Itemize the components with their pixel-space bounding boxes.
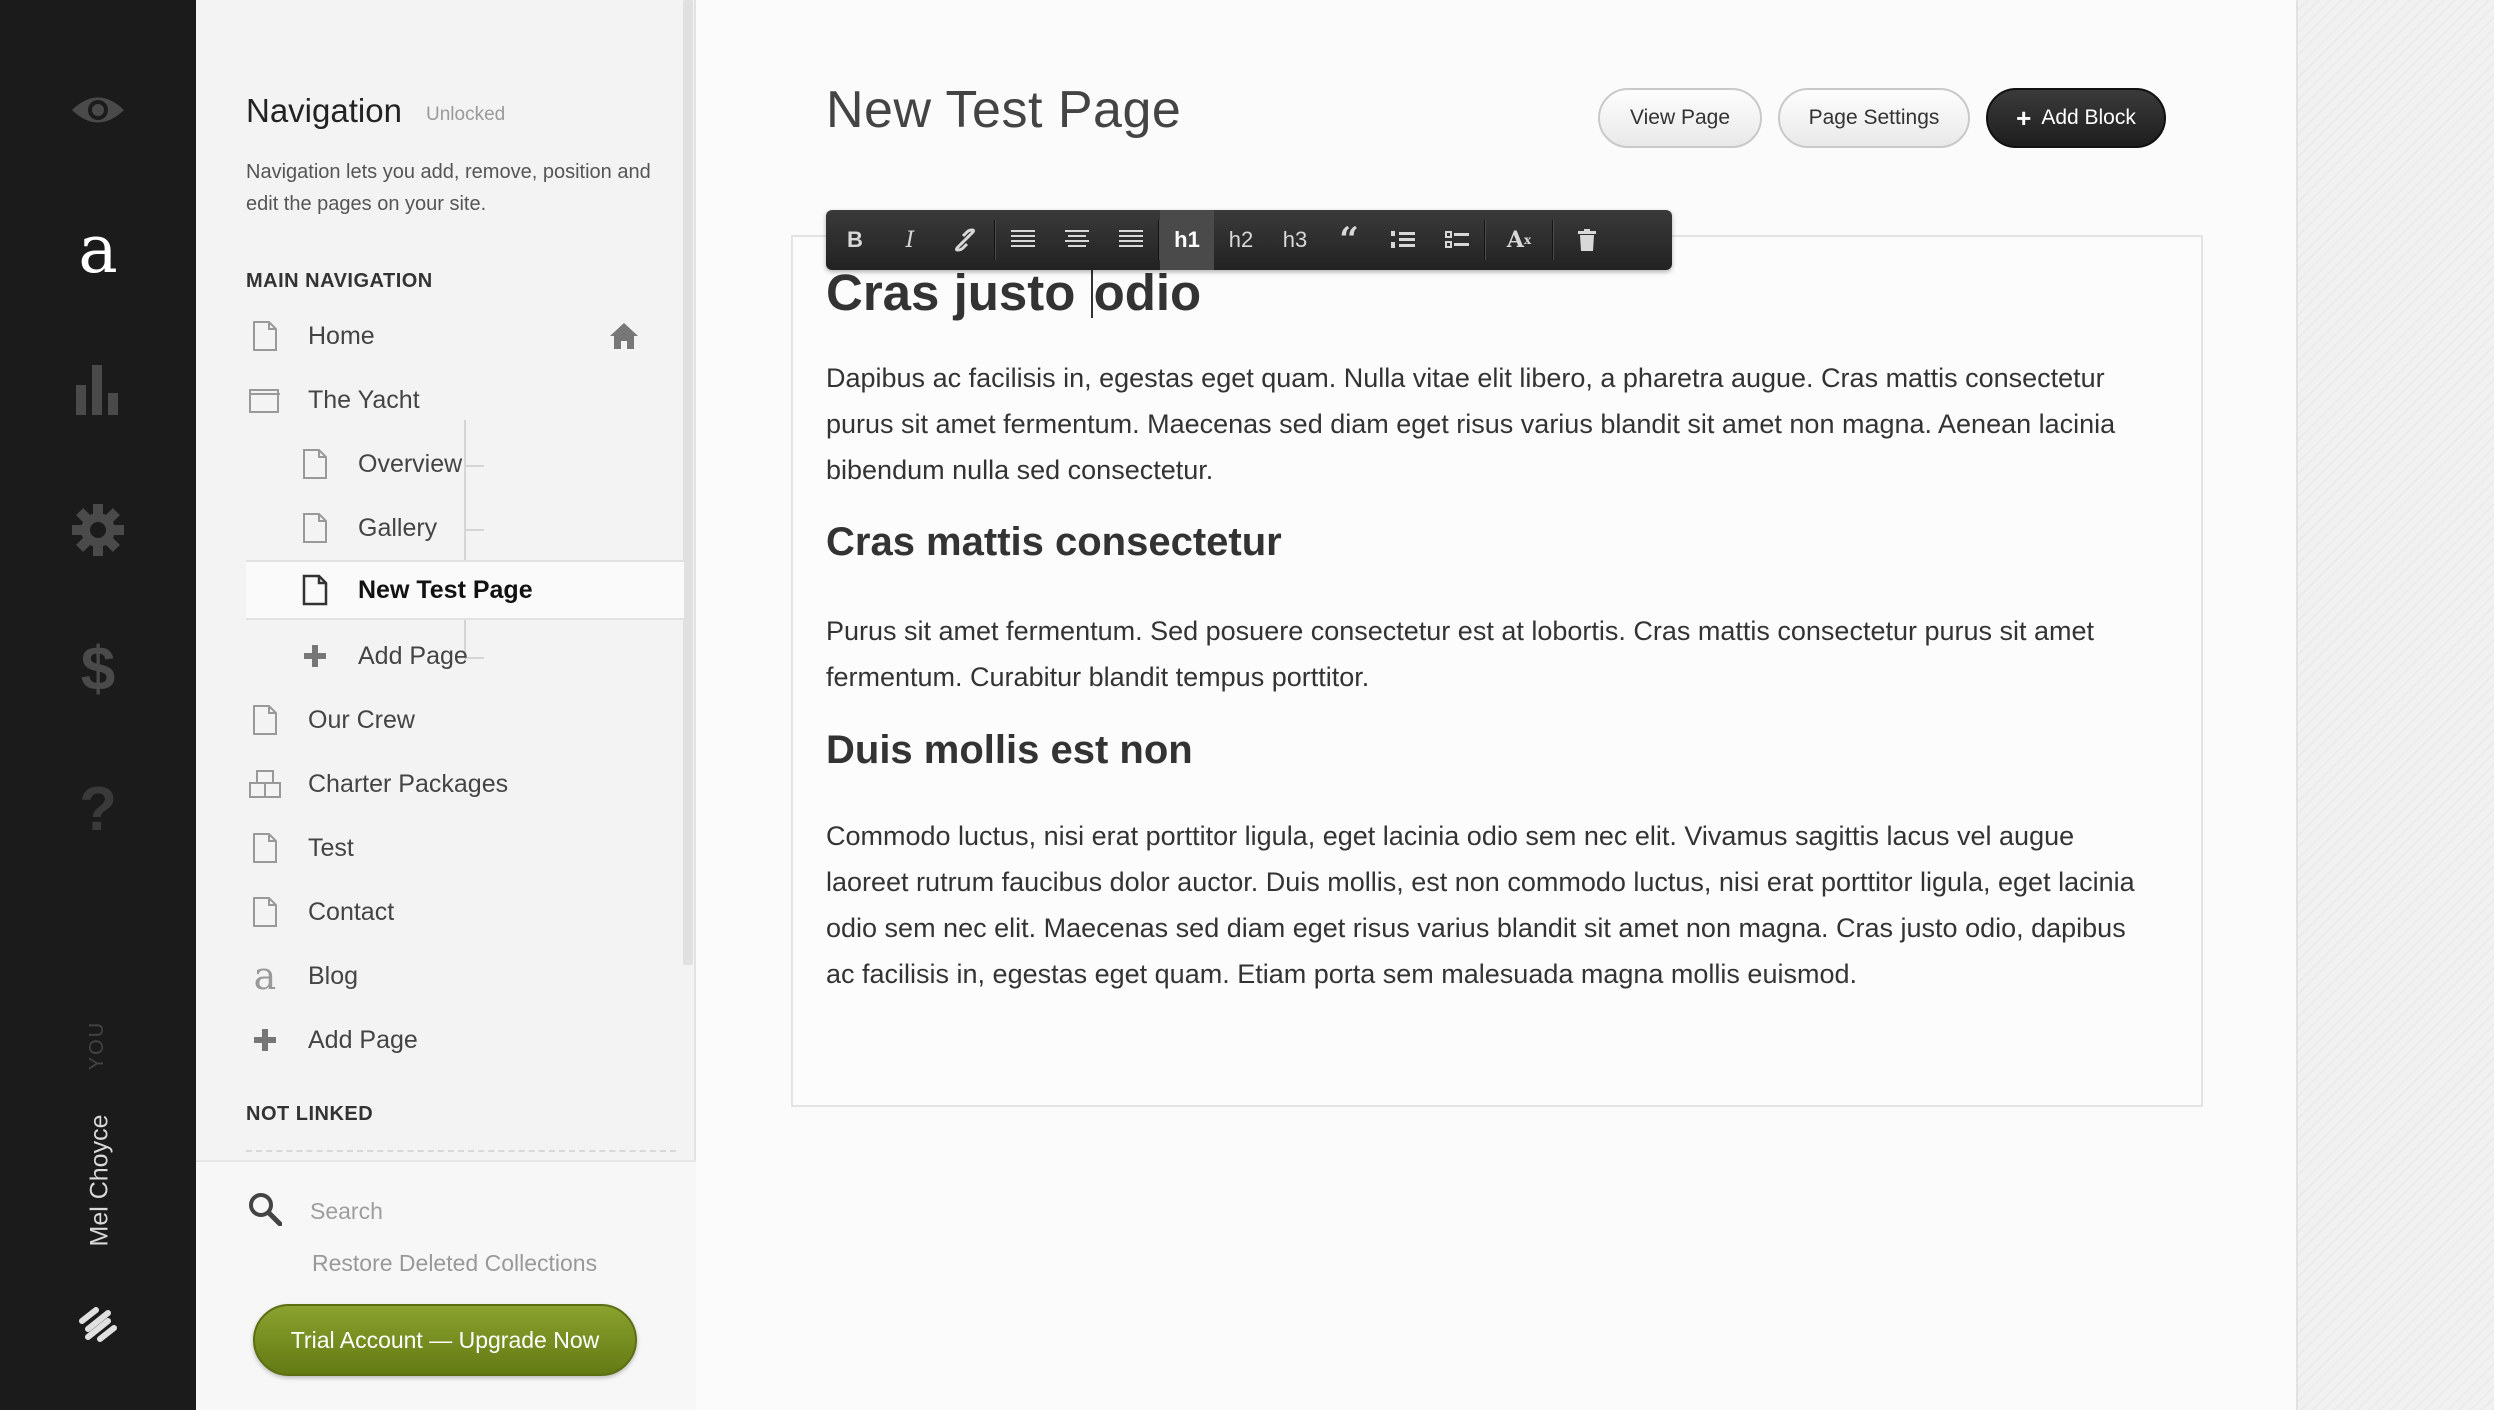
editor-main: New Test Page View Page Page Settings + A… [696, 0, 2296, 1410]
nav-item-label: Gallery [358, 513, 438, 542]
text-cursor [1090, 266, 1093, 318]
user-name[interactable]: Mel Choyce [72, 1100, 128, 1260]
align-right-button[interactable] [1104, 210, 1158, 270]
bold-button[interactable]: B [826, 210, 884, 270]
nav-item-label: Charter Packages [308, 769, 509, 798]
link-button[interactable] [936, 210, 994, 270]
home-icon [609, 322, 639, 355]
page-icon [248, 319, 282, 353]
plus-icon: + [2016, 102, 2032, 133]
nav-item-blog[interactable]: a Blog [248, 946, 688, 1006]
italic-button[interactable]: I [884, 210, 936, 270]
not-linked-divider [246, 1150, 676, 1152]
ordered-list-button[interactable] [1376, 210, 1430, 270]
page-icon [248, 895, 282, 929]
nav-item-label: Home [308, 321, 375, 350]
h3-button[interactable]: h3 [1268, 210, 1322, 270]
nav-description: Navigation lets you add, remove, positio… [246, 161, 651, 215]
quote-button[interactable]: “ [1322, 210, 1376, 270]
nav-item-add-page[interactable]: Add Page [248, 1010, 688, 1070]
folder-icon [248, 383, 282, 417]
paragraph-2[interactable]: Purus sit amet fermentum. Sed posuere co… [826, 608, 2156, 700]
gear-icon[interactable] [0, 500, 196, 560]
add-block-label: Add Block [2041, 106, 2136, 129]
nav-item-label: Overview [358, 449, 463, 478]
search-input[interactable] [308, 1197, 608, 1226]
nav-item-label: Our Crew [308, 705, 415, 734]
nav-lock-status[interactable]: Unlocked [426, 104, 505, 126]
nav-item-add-subpage[interactable]: Add Page [298, 626, 688, 686]
page-settings-button[interactable]: Page Settings [1778, 88, 1970, 148]
paragraph-1[interactable]: Dapibus ac facilisis in, egestas eget qu… [826, 355, 2156, 493]
nav-item-gallery[interactable]: Gallery [298, 498, 688, 558]
nav-item-overview[interactable]: Overview [298, 434, 688, 494]
help-icon[interactable]: ? [0, 775, 196, 845]
plus-icon [248, 1023, 282, 1057]
blog-icon: a [253, 954, 277, 998]
not-linked-label: NOT LINKED [246, 1103, 374, 1125]
unordered-list-button[interactable] [1430, 210, 1484, 270]
restore-deleted-link[interactable]: Restore Deleted Collections [312, 1250, 597, 1277]
you-label: YOU [86, 1020, 109, 1070]
view-page-button[interactable]: View Page [1598, 88, 1762, 148]
search-row [248, 1192, 608, 1231]
panel-footer: Restore Deleted Collections Trial Accoun… [196, 1160, 696, 1410]
heading-2[interactable]: Cras mattis consectetur [826, 520, 1282, 565]
nav-item-charter-packages[interactable]: Charter Packages [248, 754, 688, 814]
nav-item-label: Add Page [308, 1025, 418, 1054]
nav-item-the-yacht[interactable]: The Yacht [248, 370, 688, 430]
nav-item-label: The Yacht [308, 385, 420, 414]
format-toolbar: B I h1 h2 h3 “ Ax [826, 210, 1672, 270]
nav-title: Navigation [246, 92, 402, 129]
nav-item-new-test-page[interactable]: New Test Page [246, 560, 684, 620]
h1-button[interactable]: h1 [1160, 210, 1214, 270]
page-icon [298, 573, 332, 607]
nav-item-test[interactable]: Test [248, 818, 688, 878]
align-left-button[interactable] [996, 210, 1050, 270]
delete-block-button[interactable] [1554, 210, 1620, 270]
upgrade-button[interactable]: Trial Account — Upgrade Now [253, 1304, 637, 1376]
eye-icon[interactable] [0, 85, 196, 135]
page-icon [298, 511, 332, 545]
squarespace-logo-icon[interactable] [0, 1300, 196, 1350]
nav-item-our-crew[interactable]: Our Crew [248, 690, 688, 750]
nav-item-label: Add Page [358, 641, 468, 670]
page-icon [248, 703, 282, 737]
dollar-icon[interactable]: $ [0, 635, 196, 705]
app-rail: a $ ? YOU Mel Choyce [0, 0, 196, 1410]
clear-format-button[interactable]: Ax [1486, 210, 1552, 270]
main-navigation-label: MAIN NAVIGATION [246, 270, 433, 292]
page-gutter [2296, 0, 2494, 1410]
page-title: New Test Page [826, 81, 1182, 139]
heading-3[interactable]: Duis mollis est non [826, 728, 1193, 773]
h2-button[interactable]: h2 [1214, 210, 1268, 270]
nav-item-contact[interactable]: Contact [248, 882, 688, 942]
paragraph-3[interactable]: Commodo luctus, nisi erat porttitor ligu… [826, 813, 2156, 997]
add-block-button[interactable]: + Add Block [1986, 88, 2166, 148]
nav-item-label: Test [308, 833, 354, 862]
nav-item-label: New Test Page [358, 575, 533, 604]
logo-a-icon[interactable]: a [0, 215, 196, 285]
page-icon [248, 831, 282, 865]
products-icon [248, 767, 282, 801]
search-icon [248, 1192, 283, 1231]
chart-icon[interactable] [0, 360, 196, 420]
heading-1[interactable]: Cras justo odio [826, 263, 1201, 322]
plus-icon [298, 639, 332, 673]
page-icon [298, 447, 332, 481]
align-center-button[interactable] [1050, 210, 1104, 270]
nav-item-label: Contact [308, 897, 395, 926]
nav-item-label: Blog [308, 961, 359, 990]
navigation-panel: Navigation Unlocked Navigation lets you … [196, 0, 696, 1410]
